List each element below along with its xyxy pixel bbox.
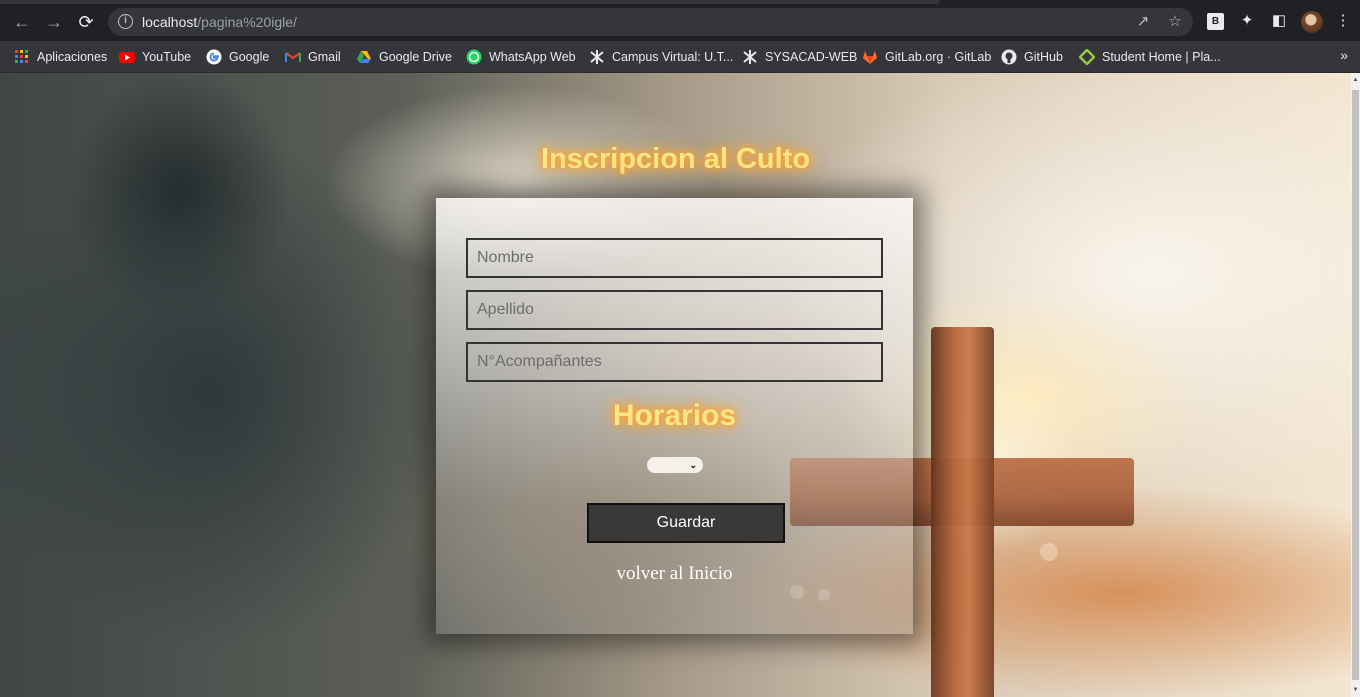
youtube-icon (119, 49, 135, 65)
browser-toolbar: ← → ⟳ i localhost/pagina%20igle/ ↗ ☆ B ✦… (0, 0, 1360, 41)
menu-kebab-icon[interactable]: ⋮ (1333, 11, 1353, 31)
reload-icon[interactable]: ⟳ (75, 11, 97, 33)
page-title: Inscripcion al Culto (540, 143, 811, 175)
google-icon (206, 49, 222, 65)
site-info-icon[interactable]: i (118, 14, 133, 29)
chevron-down-icon: ⌄ (689, 460, 697, 470)
more-bookmarks-icon[interactable]: » (1340, 47, 1348, 63)
extensions-puzzle-icon[interactable]: ✦ (1237, 11, 1257, 31)
side-panel-icon[interactable]: ◧ (1269, 11, 1289, 31)
bookmark-label: Aplicaciones (37, 50, 108, 64)
page-viewport: Inscripcion al Culto Horarios ⌄ Guardar … (0, 73, 1351, 697)
google-drive-icon (356, 49, 372, 65)
acompanantes-input[interactable] (466, 342, 883, 382)
whatsapp-icon (466, 49, 482, 65)
address-bar[interactable]: i localhost/pagina%20igle/ ↗ ☆ (108, 8, 1193, 36)
address-url[interactable]: localhost/pagina%20igle/ (142, 14, 297, 30)
background-cross-post (931, 327, 994, 697)
registration-form: Horarios ⌄ Guardar volver al Inicio (436, 198, 913, 634)
gmail-icon (285, 49, 301, 65)
bookmark-google[interactable]: Google (206, 47, 269, 67)
bookmark-label: Google (229, 50, 270, 64)
platzi-icon (1078, 48, 1096, 66)
bookmarks-bar: Aplicaciones YouTube Google Gmail Google… (0, 41, 1360, 73)
bookmark-campus-virtual[interactable]: Campus Virtual: U.T... (589, 47, 733, 67)
nombre-input[interactable] (466, 238, 883, 278)
page-scrollbar[interactable]: ▲ ▼ (1351, 73, 1360, 697)
profile-avatar[interactable] (1301, 11, 1323, 33)
back-icon[interactable]: ← (11, 11, 33, 33)
save-button[interactable]: Guardar (587, 503, 785, 543)
url-path: /pagina%20igle/ (197, 14, 297, 30)
bookmark-sysacad[interactable]: SYSACAD-WEB (742, 47, 857, 67)
apellido-input[interactable] (466, 290, 883, 330)
bookmark-github[interactable]: GitHub (1001, 47, 1063, 67)
bookmark-aplicaciones[interactable]: Aplicaciones (14, 47, 107, 67)
horario-select[interactable]: ⌄ (647, 457, 703, 473)
share-icon[interactable]: ↗ (1133, 12, 1153, 32)
bookmark-gmail[interactable]: Gmail (285, 47, 341, 67)
tab-strip (0, 0, 940, 4)
bookmark-star-icon[interactable]: ☆ (1165, 12, 1185, 32)
bookmark-label: YouTube (142, 50, 192, 64)
bookmark-label: WhatsApp Web (489, 50, 576, 64)
apps-grid-icon (14, 49, 30, 65)
bookmark-label: GitLab.org · GitLab (885, 50, 992, 64)
bookmark-label: SYSACAD-WEB (765, 50, 858, 64)
bookmark-label: Gmail (308, 50, 341, 64)
bookmark-google-drive[interactable]: Google Drive (356, 47, 452, 67)
forward-icon[interactable]: → (43, 11, 65, 33)
bookmark-label: Student Home | Pla... (1102, 50, 1221, 64)
bookmark-gitlab[interactable]: GitLab.org · GitLab (862, 47, 991, 67)
bookmark-student-home[interactable]: Student Home | Pla... (1078, 47, 1221, 67)
bookmark-youtube[interactable]: YouTube (119, 47, 191, 67)
utn-icon (742, 49, 758, 65)
utn-icon (589, 49, 605, 65)
bookmark-label: Campus Virtual: U.T... (612, 50, 734, 64)
scroll-up-icon[interactable]: ▲ (1351, 73, 1360, 87)
horarios-heading: Horarios (612, 399, 737, 432)
bookmark-label: Google Drive (379, 50, 452, 64)
bookmark-whatsapp[interactable]: WhatsApp Web (466, 47, 576, 67)
scrollbar-thumb[interactable] (1352, 90, 1359, 680)
background-bokeh (1040, 543, 1058, 561)
bookmark-label: GitHub (1024, 50, 1063, 64)
github-icon (1001, 49, 1017, 65)
url-host: localhost (142, 14, 198, 30)
scroll-down-icon[interactable]: ▼ (1351, 683, 1360, 697)
extension-b-icon[interactable]: B (1207, 13, 1224, 30)
gitlab-icon (862, 49, 878, 65)
back-to-home-link[interactable]: volver al Inicio (436, 563, 913, 585)
